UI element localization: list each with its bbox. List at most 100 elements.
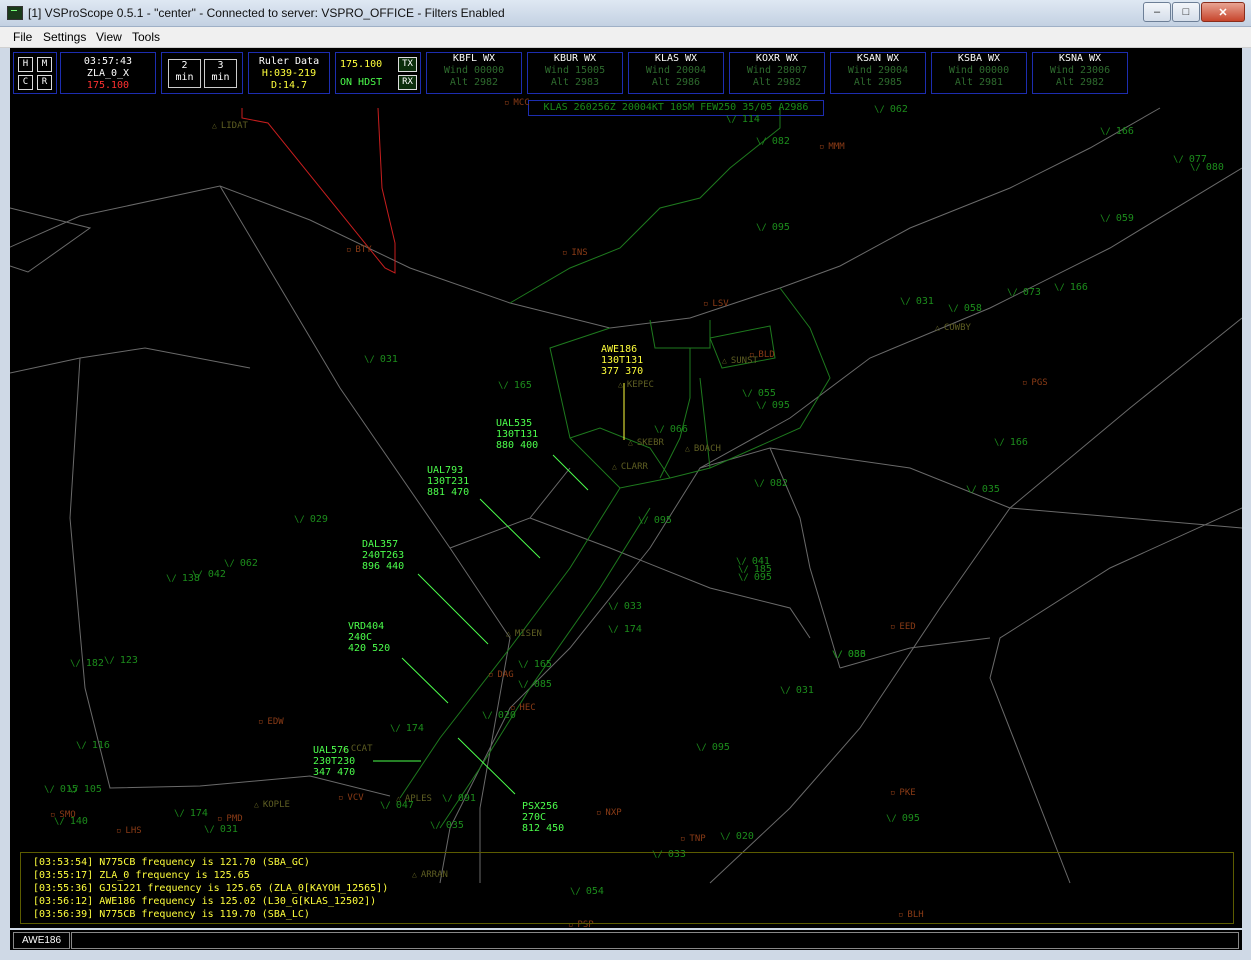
fix-label: KOPLE (254, 800, 290, 810)
tx-button[interactable]: TX (398, 57, 417, 72)
traffic-altitude[interactable]: 055 (742, 388, 776, 399)
traffic-altitude[interactable]: 086 (832, 649, 866, 660)
weather-box-kbur[interactable]: KBUR WX Wind 15005 Alt 2983 (527, 52, 623, 94)
traffic-altitude[interactable]: 085 (518, 679, 552, 690)
traffic-altitude[interactable]: 035 (430, 820, 464, 831)
airport-label: PGS (1022, 378, 1047, 388)
traffic-altitude[interactable]: 182 (70, 658, 104, 669)
metar-display[interactable]: KLAS 260256Z 20004KT 10SM FEW250 35/05 A… (528, 100, 824, 116)
weather-box-klas[interactable]: KLAS WX Wind 20004 Alt 2986 (628, 52, 724, 94)
traffic-altitude[interactable]: 042 (192, 569, 226, 580)
traffic-altitude[interactable]: 114 (726, 114, 760, 125)
maximize-button[interactable]: □ (1172, 2, 1200, 22)
fix-label: SKEBR (628, 438, 664, 448)
traffic-altitude[interactable]: 174 (608, 624, 642, 635)
menu-view[interactable]: View (96, 30, 122, 44)
fix-label: MISEN (506, 629, 542, 639)
m-button[interactable]: M (37, 57, 52, 72)
message-line: [03:56:39] N775CB frequency is 119.70 (S… (33, 909, 310, 920)
close-button[interactable]: ✕ (1201, 2, 1245, 22)
aircraft-tag-ual535[interactable]: UAL535 130T131 880 400 (496, 418, 538, 451)
traffic-altitude[interactable]: 123 (104, 655, 138, 666)
video-map (10, 107, 1242, 884)
clock-time: 03:57:43 (83, 56, 133, 67)
ruler-heading: H:039-219 (261, 68, 317, 79)
traffic-altitude[interactable]: 031 (900, 296, 934, 307)
airport-label: NXP (596, 808, 621, 818)
ruler-title: Ruler Data (258, 56, 320, 67)
traffic-altitude[interactable]: 166 (994, 437, 1028, 448)
aircraft-tag-vrd404[interactable]: VRD404 240C 420 520 (348, 621, 390, 654)
airport-label: LHS (116, 826, 141, 836)
traffic-altitude[interactable]: 035 (966, 484, 1000, 495)
traffic-altitude[interactable]: 020 (720, 831, 754, 842)
traffic-altitude[interactable]: 031 (780, 685, 814, 696)
traffic-altitude[interactable]: 166 (1100, 126, 1134, 137)
aircraft-tag-psx256[interactable]: PSX256 270C 812 450 (522, 801, 564, 834)
r-button[interactable]: R (37, 75, 52, 90)
aircraft-tag-ual793[interactable]: UAL793 130T231 881 470 (427, 465, 469, 498)
weather-box-ksba[interactable]: KSBA WX Wind 00000 Alt 2981 (931, 52, 1027, 94)
traffic-altitude[interactable]: 031 (204, 824, 238, 835)
traffic-altitude[interactable]: 047 (380, 800, 414, 811)
timer-2min-button[interactable]: 2 min (168, 59, 201, 88)
traffic-altitude[interactable]: 095 (738, 572, 772, 583)
traffic-altitude[interactable]: 165 (498, 380, 532, 391)
traffic-altitude[interactable]: 029 (294, 514, 328, 525)
menu-file[interactable]: File (13, 30, 32, 44)
weather-box-ksan[interactable]: KSAN WX Wind 29004 Alt 2985 (830, 52, 926, 94)
aircraft-tag-awe186[interactable]: AWE186 130T131 377 370 (601, 344, 643, 377)
weather-box-koxr[interactable]: KOXR WX Wind 28007 Alt 2982 (729, 52, 825, 94)
aircraft-tag-ual576[interactable]: UAL576 230T230 347 470 (313, 745, 355, 778)
traffic-altitude[interactable]: 174 (390, 723, 424, 734)
traffic-altitude[interactable]: 095 (756, 222, 790, 233)
traffic-altitude[interactable]: 166 (1054, 282, 1088, 293)
traffic-altitude[interactable]: 095 (886, 813, 920, 824)
h-button[interactable]: H (18, 57, 33, 72)
traffic-altitude[interactable]: 062 (874, 104, 908, 115)
fix-label: LIDAT (212, 121, 248, 131)
traffic-altitude[interactable]: 033 (608, 601, 642, 612)
aircraft-tag-dal357[interactable]: DAL357 240T263 896 440 (362, 539, 404, 572)
traffic-altitude[interactable]: 116 (76, 740, 110, 751)
radar-scope[interactable]: H M C R 03:57:43 ZLA_0_X 175.100 2 min 3m… (10, 48, 1242, 928)
ruler-distance: D:14.7 (270, 80, 308, 91)
menu-settings[interactable]: Settings (43, 30, 86, 44)
message-line: [03:56:12] AWE186 frequency is 125.02 (L… (33, 896, 377, 907)
airport-label: TNP (680, 834, 705, 844)
menu-tools[interactable]: Tools (132, 30, 160, 44)
minimize-button[interactable]: ‒ (1143, 2, 1171, 22)
timer-3min-button[interactable]: 3 min (204, 59, 237, 88)
message-line: [03:55:36] GJS1221 frequency is 125.65 (… (33, 883, 389, 894)
airport-label: DAG (488, 670, 513, 680)
traffic-altitude[interactable]: 073 (1007, 287, 1041, 298)
traffic-altitude[interactable]: 095 (638, 515, 672, 526)
clock-box: 03:57:43 ZLA_0_X 175.100 (60, 52, 156, 94)
fix-label: COWBY (935, 323, 971, 333)
weather-box-kbfl[interactable]: KBFL WX Wind 00000 Alt 2982 (426, 52, 522, 94)
rx-button[interactable]: RX (398, 75, 417, 90)
traffic-altitude[interactable]: 095 (696, 742, 730, 753)
c-button[interactable]: C (18, 75, 33, 90)
headset-status: ON HDST (340, 77, 383, 88)
traffic-altitude[interactable]: 095 (756, 400, 790, 411)
traffic-altitude[interactable]: 082 (754, 478, 788, 489)
traffic-altitude[interactable]: 140 (54, 816, 88, 827)
traffic-altitude[interactable]: 105 (68, 784, 102, 795)
traffic-altitude[interactable]: 059 (1100, 213, 1134, 224)
traffic-altitude[interactable]: 165 (518, 659, 552, 670)
traffic-altitude[interactable]: 062 (224, 558, 258, 569)
weather-box-ksna[interactable]: KSNA WX Wind 23006 Alt 2982 (1032, 52, 1128, 94)
selected-callsign[interactable]: AWE186 (13, 932, 70, 949)
traffic-altitude[interactable]: 174 (174, 808, 208, 819)
traffic-altitude[interactable]: 020 (482, 710, 516, 721)
traffic-altitude[interactable]: 091 (442, 793, 476, 804)
traffic-altitude[interactable]: 058 (948, 303, 982, 314)
position-frequency: 175.100 (86, 80, 130, 91)
command-line-input[interactable] (71, 932, 1239, 949)
traffic-altitude[interactable]: 082 (756, 136, 790, 147)
traffic-altitude[interactable]: 080 (1190, 162, 1224, 173)
traffic-altitude[interactable]: 066 (654, 424, 688, 435)
timer-box: 2 min 3 min (161, 52, 243, 94)
traffic-altitude[interactable]: 031 (364, 354, 398, 365)
